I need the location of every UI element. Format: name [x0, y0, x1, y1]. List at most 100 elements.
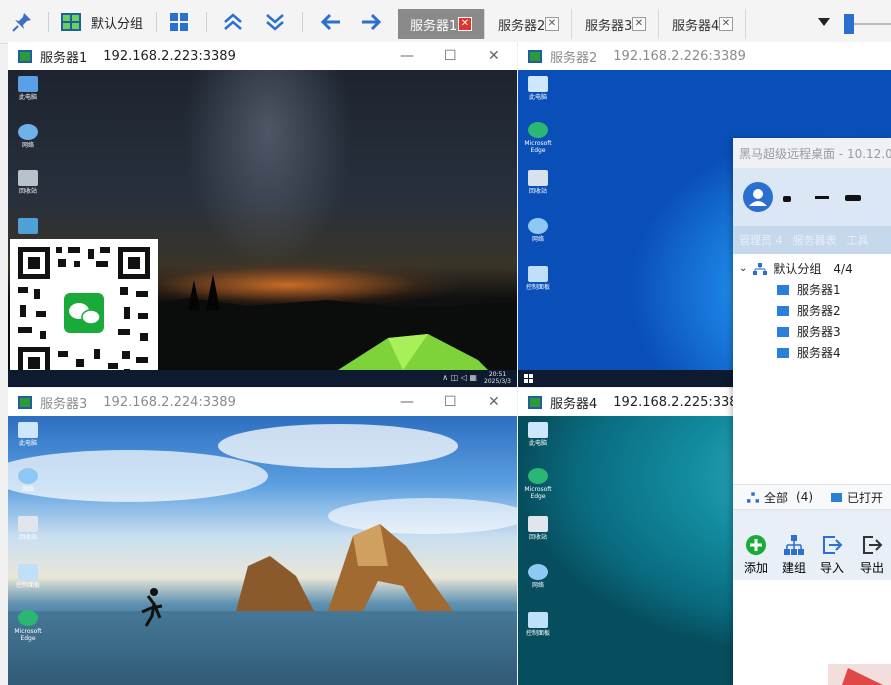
monitor-icon: [18, 422, 38, 438]
tab-label: 服务器4: [672, 18, 720, 34]
control-panel-icon: [528, 266, 548, 282]
inner-app-bottom-tabs: 全部 (4) 已打开: [733, 484, 891, 510]
desktop-icon-edge[interactable]: Microsoft Edge: [8, 610, 48, 642]
pin-button[interactable]: [8, 9, 36, 35]
network-icon: [18, 124, 38, 140]
tab-close-icon[interactable]: ✕: [719, 17, 733, 31]
desktop-icon-label: 此电脑: [528, 94, 547, 101]
recycle-bin-icon: [528, 516, 548, 532]
zoom-slider[interactable]: [844, 14, 891, 34]
desktop-icon-edge[interactable]: Microsoft Edge: [518, 468, 558, 500]
tree-item-server3[interactable]: 服务器3: [777, 323, 841, 340]
export-icon: [863, 536, 883, 554]
desktop-icon-network[interactable]: 网络: [518, 564, 558, 589]
tab-server1[interactable]: 服务器1 ✕: [398, 9, 485, 39]
tree-group-default[interactable]: ⌄ 默认分组 4/4: [739, 260, 853, 277]
desktop-icon-this-pc[interactable]: 此电脑: [8, 76, 48, 101]
grid-layout-button[interactable]: [166, 9, 192, 35]
tab-close-icon[interactable]: ✕: [545, 17, 559, 31]
tab-all-count: (4): [796, 490, 814, 504]
previous-button[interactable]: [316, 9, 346, 35]
remote-desktop-icon: [528, 49, 542, 63]
computer-icon: [777, 347, 789, 358]
desktop-icon-label: 此电脑: [18, 94, 37, 101]
tabs-dropdown-button[interactable]: [812, 9, 836, 35]
panel-server-name: 服务器4: [550, 396, 598, 412]
avatar[interactable]: [743, 182, 773, 212]
monitor-icon: [528, 76, 548, 92]
desktop-icon-recycle-bin[interactable]: 回收站: [8, 516, 48, 541]
windows-start-icon[interactable]: [524, 374, 533, 383]
desktop-icon-control-panel[interactable]: 控制面板: [518, 266, 558, 291]
inner-app-actions: 添加 建组 导入 导出: [733, 510, 891, 580]
chevron-down-icon[interactable]: ⌄: [739, 263, 747, 274]
close-button[interactable]: ✕: [488, 394, 500, 410]
tree-item-server1[interactable]: 服务器1: [777, 281, 841, 298]
desktop-icon-control-panel[interactable]: [8, 218, 48, 236]
default-group-button[interactable]: 默认分组: [60, 9, 150, 35]
tab-server3[interactable]: 服务器3 ✕: [573, 9, 659, 39]
inner-app-titlebar: 黑马超级远程桌面 - 10.12.0: [733, 138, 891, 168]
recycle-bin-icon: [18, 516, 38, 532]
desktop-icon-network[interactable]: 网络: [8, 124, 48, 149]
redacted-mark: [845, 195, 861, 201]
desktop-icon-control-panel[interactable]: 控制面板: [518, 612, 558, 637]
panel-titlebar: 服务器2 192.168.2.226:3389: [518, 42, 891, 70]
inner-app-menu: 管理员 4 服务器表 工具: [733, 226, 891, 254]
tab-all[interactable]: 全部 (4): [733, 489, 831, 506]
computer-icon: [777, 305, 789, 316]
arrow-left-icon: [320, 13, 340, 31]
desktop-icon-label: 控制面板: [525, 284, 550, 291]
import-label: 导入: [819, 561, 844, 575]
desktop-icon-this-pc[interactable]: 此电脑: [518, 422, 558, 447]
export-button[interactable]: 导出: [859, 534, 885, 576]
minimize-button[interactable]: —: [400, 394, 414, 410]
desktop-icon-edge[interactable]: Microsoft Edge: [518, 122, 558, 154]
desktop-icon-label: 回收站: [18, 534, 37, 541]
zoom-slider-thumb[interactable]: [844, 14, 854, 34]
tab-opened[interactable]: 已打开: [831, 489, 883, 506]
maximize-button[interactable]: ☐: [444, 48, 457, 64]
desktop-icon-label: 此电脑: [18, 440, 37, 447]
inner-menu-item[interactable]: 管理员 4: [739, 232, 783, 248]
panel-server-name: 服务器2: [550, 50, 598, 66]
remote-screen[interactable]: 此电脑 网络 回收站 控制面板 Microsoft Edge: [8, 416, 517, 685]
next-button[interactable]: [356, 9, 386, 35]
move-up-button[interactable]: [218, 9, 248, 35]
inner-menu-item[interactable]: 服务器表: [793, 232, 837, 248]
desktop-icon-recycle-bin[interactable]: 回收站: [8, 170, 48, 195]
import-button[interactable]: 导入: [819, 534, 845, 576]
desktop-icon-label: 网络: [21, 142, 34, 149]
export-label: 导出: [859, 561, 884, 575]
tab-server4[interactable]: 服务器4 ✕: [660, 9, 746, 39]
desktop-icon-network[interactable]: 网络: [518, 218, 558, 243]
control-panel-icon: [18, 218, 38, 234]
desktop-icon-recycle-bin[interactable]: 回收站: [518, 170, 558, 195]
add-button[interactable]: 添加: [743, 534, 769, 576]
tree-group-label: 默认分组: [773, 262, 822, 276]
desktop-icon-network[interactable]: 网络: [8, 468, 48, 493]
close-button[interactable]: ✕: [488, 48, 500, 64]
desktop-icon-recycle-bin[interactable]: 回收站: [518, 516, 558, 541]
desktop-icon-control-panel[interactable]: 控制面板: [8, 564, 48, 589]
desktop-icon-this-pc[interactable]: 此电脑: [8, 422, 48, 447]
desktop-icon-label: 此电脑: [528, 440, 547, 447]
desktop-icon-this-pc[interactable]: 此电脑: [518, 76, 558, 101]
monitor-icon: [18, 76, 38, 92]
tree-item-server2[interactable]: 服务器2: [777, 302, 841, 319]
tab-close-icon[interactable]: ✕: [458, 17, 472, 31]
remote-screen[interactable]: 此电脑 网络 回收站 ∧ ◫ ◁ ▦ 20:51 2025/3/3: [8, 70, 517, 387]
create-group-button[interactable]: 建组: [781, 534, 807, 576]
toolbar-separator: [206, 12, 207, 32]
tab-server2[interactable]: 服务器2 ✕: [486, 9, 572, 39]
inner-menu-item[interactable]: 工具: [847, 232, 869, 248]
tree-icon: [784, 535, 804, 555]
server-tree: ⌄ 默认分组 4/4 服务器1 服务器2 服务器3 服务器4: [733, 254, 891, 484]
tree-item-server4[interactable]: 服务器4: [777, 344, 841, 361]
maximize-button[interactable]: ☐: [444, 394, 457, 410]
move-down-button[interactable]: [260, 9, 290, 35]
remote-taskbar: ∧ ◫ ◁ ▦ 20:51 2025/3/3: [8, 370, 517, 387]
minimize-button[interactable]: —: [400, 48, 414, 64]
panel-titlebar: 服务器3 192.168.2.224:3389 — ☐ ✕: [8, 388, 517, 416]
tab-close-icon[interactable]: ✕: [632, 17, 646, 31]
